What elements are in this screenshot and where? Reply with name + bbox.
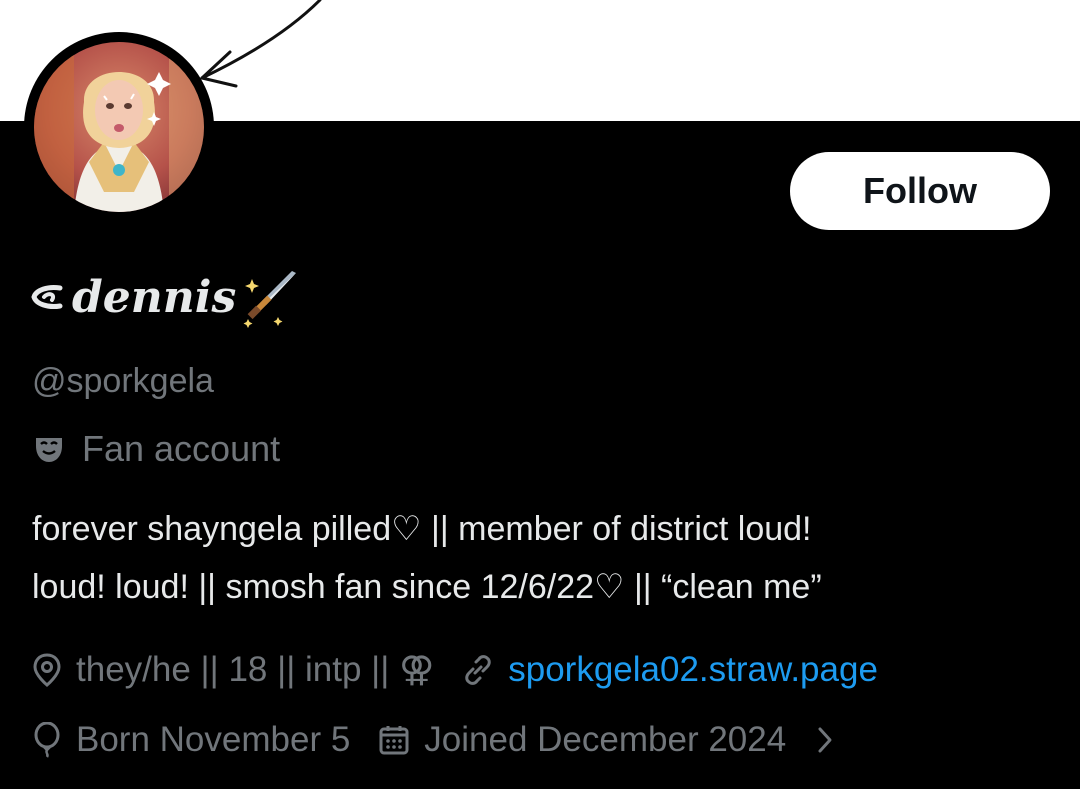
professional-category: Fan account (32, 428, 280, 470)
dagger-sparkle-icon (243, 271, 297, 328)
link-icon (465, 655, 491, 685)
follow-button[interactable]: Follow (790, 152, 1050, 230)
website-item[interactable]: sporkgela02.straw.page (462, 650, 878, 690)
location-text: they/he || 18 || intp || ⚢ (76, 650, 435, 689)
heart-hook-icon (31, 285, 63, 309)
location-pin-icon (33, 653, 61, 687)
avatar-image (34, 42, 204, 212)
bio: forever shayngela pilled♡ || member of d… (32, 500, 1052, 616)
category-label: Fan account (82, 428, 281, 469)
joined-item: Joined December 2024 (378, 720, 786, 760)
display-name-text: dennis (72, 271, 237, 323)
joined-text: Joined December 2024 (424, 720, 787, 759)
bio-line: loud! loud! || smosh fan since 12/6/22♡ … (32, 568, 822, 606)
chevron-right-icon (818, 727, 832, 753)
bio-line: forever shayngela pilled♡ || member of d… (32, 510, 812, 548)
profile-meta-row: they/he || 18 || intp || ⚢ sporkgela02.s… (32, 642, 906, 698)
calendar-icon (379, 726, 409, 755)
avatar[interactable] (24, 32, 214, 222)
balloon-icon (34, 722, 60, 758)
more-info-button[interactable] (814, 723, 836, 757)
location-item: they/he || 18 || intp || ⚢ (32, 650, 434, 690)
website-link[interactable]: sporkgela02.straw.page (508, 650, 878, 690)
handle: @sporkgela (32, 362, 214, 400)
birthday-text: Born November 5 (76, 720, 351, 759)
profile-meta-row: Born November 5 Joined December 2024 (32, 712, 836, 768)
birthday-item: Born November 5 (32, 720, 350, 760)
theater-masks-icon (36, 438, 62, 462)
display-name: dennis (30, 262, 306, 332)
